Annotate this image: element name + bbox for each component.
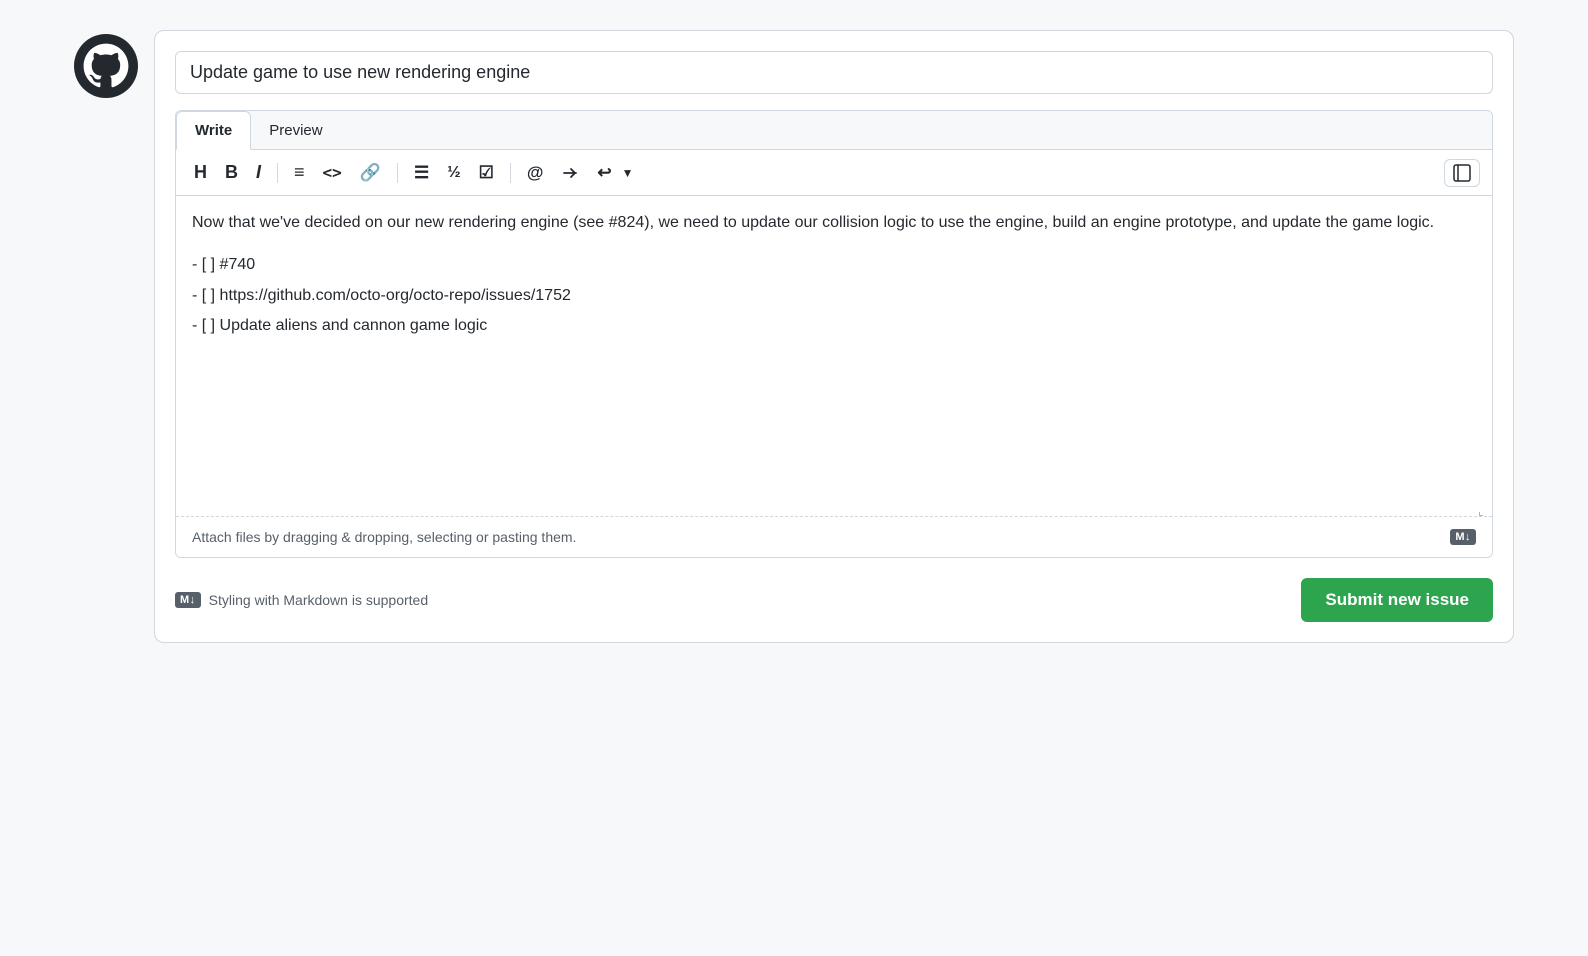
toolbar-divider-1 <box>277 163 278 183</box>
markdown-badge-footer: M↓ <box>175 592 201 608</box>
markdown-support-text: Styling with Markdown is supported <box>209 592 428 608</box>
tabs: Write Preview <box>176 111 1492 150</box>
task-item-2: - [ ] https://github.com/octo-org/octo-r… <box>192 283 1476 309</box>
submit-new-issue-button[interactable]: Submit new issue <box>1301 578 1493 622</box>
undo-dropdown-button[interactable]: ▼ <box>619 164 637 182</box>
unordered-list-button[interactable]: ☰ <box>408 159 435 187</box>
italic-button[interactable]: I <box>250 158 267 187</box>
form-container: Write Preview H B I ≡ <> 🔗 ☰ ½ ☑ @ <box>154 30 1514 643</box>
github-logo <box>74 30 138 103</box>
body-paragraph: Now that we've decided on our new render… <box>192 210 1476 236</box>
fullscreen-button[interactable] <box>1444 159 1480 187</box>
task-item-3: - [ ] Update aliens and cannon game logi… <box>192 313 1476 339</box>
attach-area: Attach files by dragging & dropping, sel… <box>176 516 1492 557</box>
footer-left: M↓ Styling with Markdown is supported <box>175 592 428 608</box>
tab-write[interactable]: Write <box>176 111 251 150</box>
content-area[interactable]: Now that we've decided on our new render… <box>176 196 1492 516</box>
ordered-list-button[interactable]: ½ <box>441 160 466 186</box>
footer-row: M↓ Styling with Markdown is supported Su… <box>175 574 1493 622</box>
reference-button[interactable] <box>555 160 585 186</box>
attach-hint: Attach files by dragging & dropping, sel… <box>192 529 576 545</box>
editor-area: Write Preview H B I ≡ <> 🔗 ☰ ½ ☑ @ <box>175 110 1493 558</box>
markdown-badge-attach: M↓ <box>1450 529 1476 545</box>
undo-group: ↩ ▼ <box>591 159 636 187</box>
mention-button[interactable]: @ <box>521 159 550 187</box>
task-item-1: - [ ] #740 <box>192 252 1476 278</box>
toolbar: H B I ≡ <> 🔗 ☰ ½ ☑ @ ↩ <box>176 150 1492 196</box>
heading-button[interactable]: H <box>188 158 213 187</box>
link-button[interactable]: 🔗 <box>354 159 387 187</box>
quote-button[interactable]: ≡ <box>288 158 311 187</box>
tab-preview[interactable]: Preview <box>251 111 340 149</box>
resize-handle: ⌞ <box>1478 502 1488 512</box>
bold-button[interactable]: B <box>219 158 244 187</box>
toolbar-divider-3 <box>510 163 511 183</box>
task-list-button[interactable]: ☑ <box>473 159 500 187</box>
page-container: Write Preview H B I ≡ <> 🔗 ☰ ½ ☑ @ <box>74 30 1514 643</box>
toolbar-divider-2 <box>397 163 398 183</box>
title-input[interactable] <box>175 51 1493 94</box>
content-text: Now that we've decided on our new render… <box>192 210 1476 340</box>
code-button[interactable]: <> <box>317 159 348 186</box>
task-list: - [ ] #740 - [ ] https://github.com/octo… <box>192 252 1476 339</box>
undo-button[interactable]: ↩ <box>591 159 617 187</box>
